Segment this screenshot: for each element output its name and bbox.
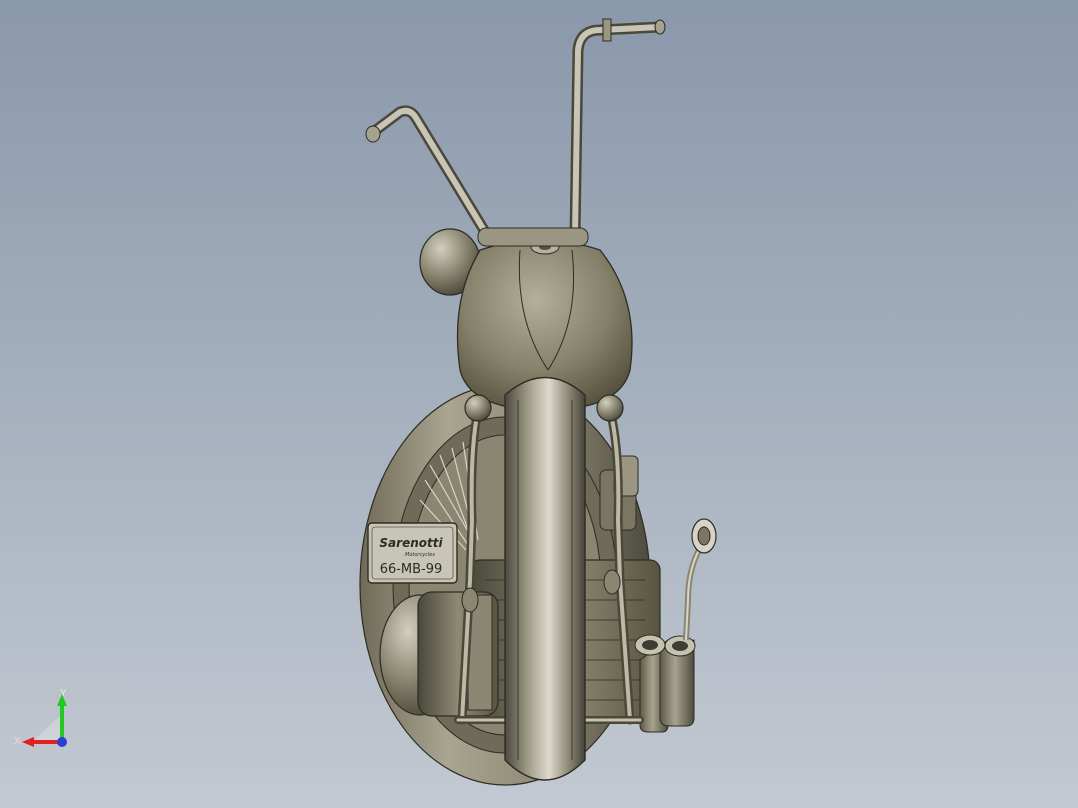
coordinate-triad: Y X: [14, 688, 67, 747]
license-plate[interactable]: Sarenotti Motorcycles 66-MB-99: [367, 522, 458, 584]
handlebars[interactable]: [365, 18, 666, 247]
graphics-viewport[interactable]: Sarenotti Motorcycles 66-MB-99 Y X: [0, 0, 1078, 808]
plate-brand: Sarenotti: [379, 536, 443, 550]
triad-y-label: Y: [60, 688, 67, 699]
exhaust-pipes[interactable]: [634, 634, 696, 733]
motorcycle-model[interactable]: Sarenotti Motorcycles 66-MB-99: [0, 0, 1078, 808]
triad-x-label: X: [14, 736, 21, 747]
side-light[interactable]: [683, 518, 717, 641]
front-tire[interactable]: [504, 376, 586, 781]
plate-number: 66-MB-99: [380, 562, 443, 577]
primary-cover[interactable]: [379, 591, 499, 717]
plate-subtitle: Motorcycles: [405, 552, 435, 558]
